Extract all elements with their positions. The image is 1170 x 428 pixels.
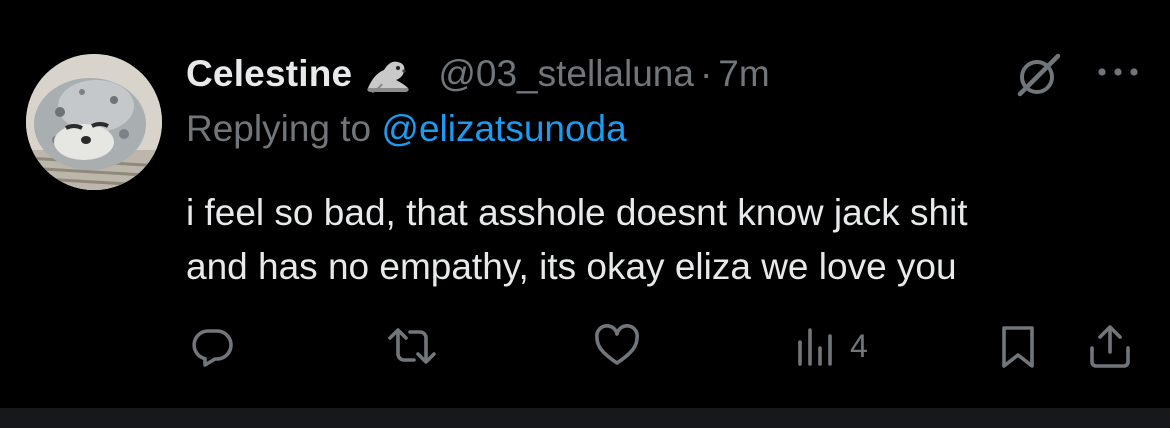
views-count: 4 [850,327,868,364]
tweet-text-line: i feel so bad, that asshole doesnt know … [186,192,968,233]
tweet-text: i feel so bad, that asshole doesnt know … [186,186,1156,294]
heart-icon [595,324,639,365]
tweet-text-line: and has no empathy, its okay eliza we lo… [186,246,957,287]
tweet[interactable]: Celestine @03_stellaluna · 7m Replying t… [0,0,1170,408]
seal-emoji-icon [364,54,412,94]
tweet-header: Celestine @03_stellaluna · 7m [186,50,770,98]
tweet-action-bar: 4 [0,318,1170,374]
retweet-icon [388,328,436,364]
timestamp[interactable]: 7m [718,53,769,95]
replying-to-line: Replying to @elizatsunoda [186,108,627,150]
avatar[interactable] [26,54,162,190]
replying-to-label: Replying to [186,108,382,149]
bookmark-button[interactable] [998,318,1038,374]
user-handle[interactable]: @03_stellaluna [438,53,694,95]
views-button[interactable]: 4 [796,318,868,374]
retweet-button[interactable] [384,318,440,374]
analytics-icon [798,328,832,366]
like-button[interactable] [592,318,642,374]
timeline-divider [0,408,1170,428]
separator-dot: · [699,53,713,94]
share-icon [1090,325,1130,368]
share-button[interactable] [1086,318,1134,374]
bookmark-icon [1002,326,1034,368]
reply-icon [192,329,233,367]
display-name[interactable]: Celestine [186,53,352,95]
grok-icon[interactable] [1014,52,1064,98]
more-options-icon[interactable] [1096,64,1140,80]
reply-button[interactable] [188,318,236,374]
replying-to-mention-link[interactable]: @elizatsunoda [381,108,626,149]
seal-plush-avatar-image [26,54,162,190]
